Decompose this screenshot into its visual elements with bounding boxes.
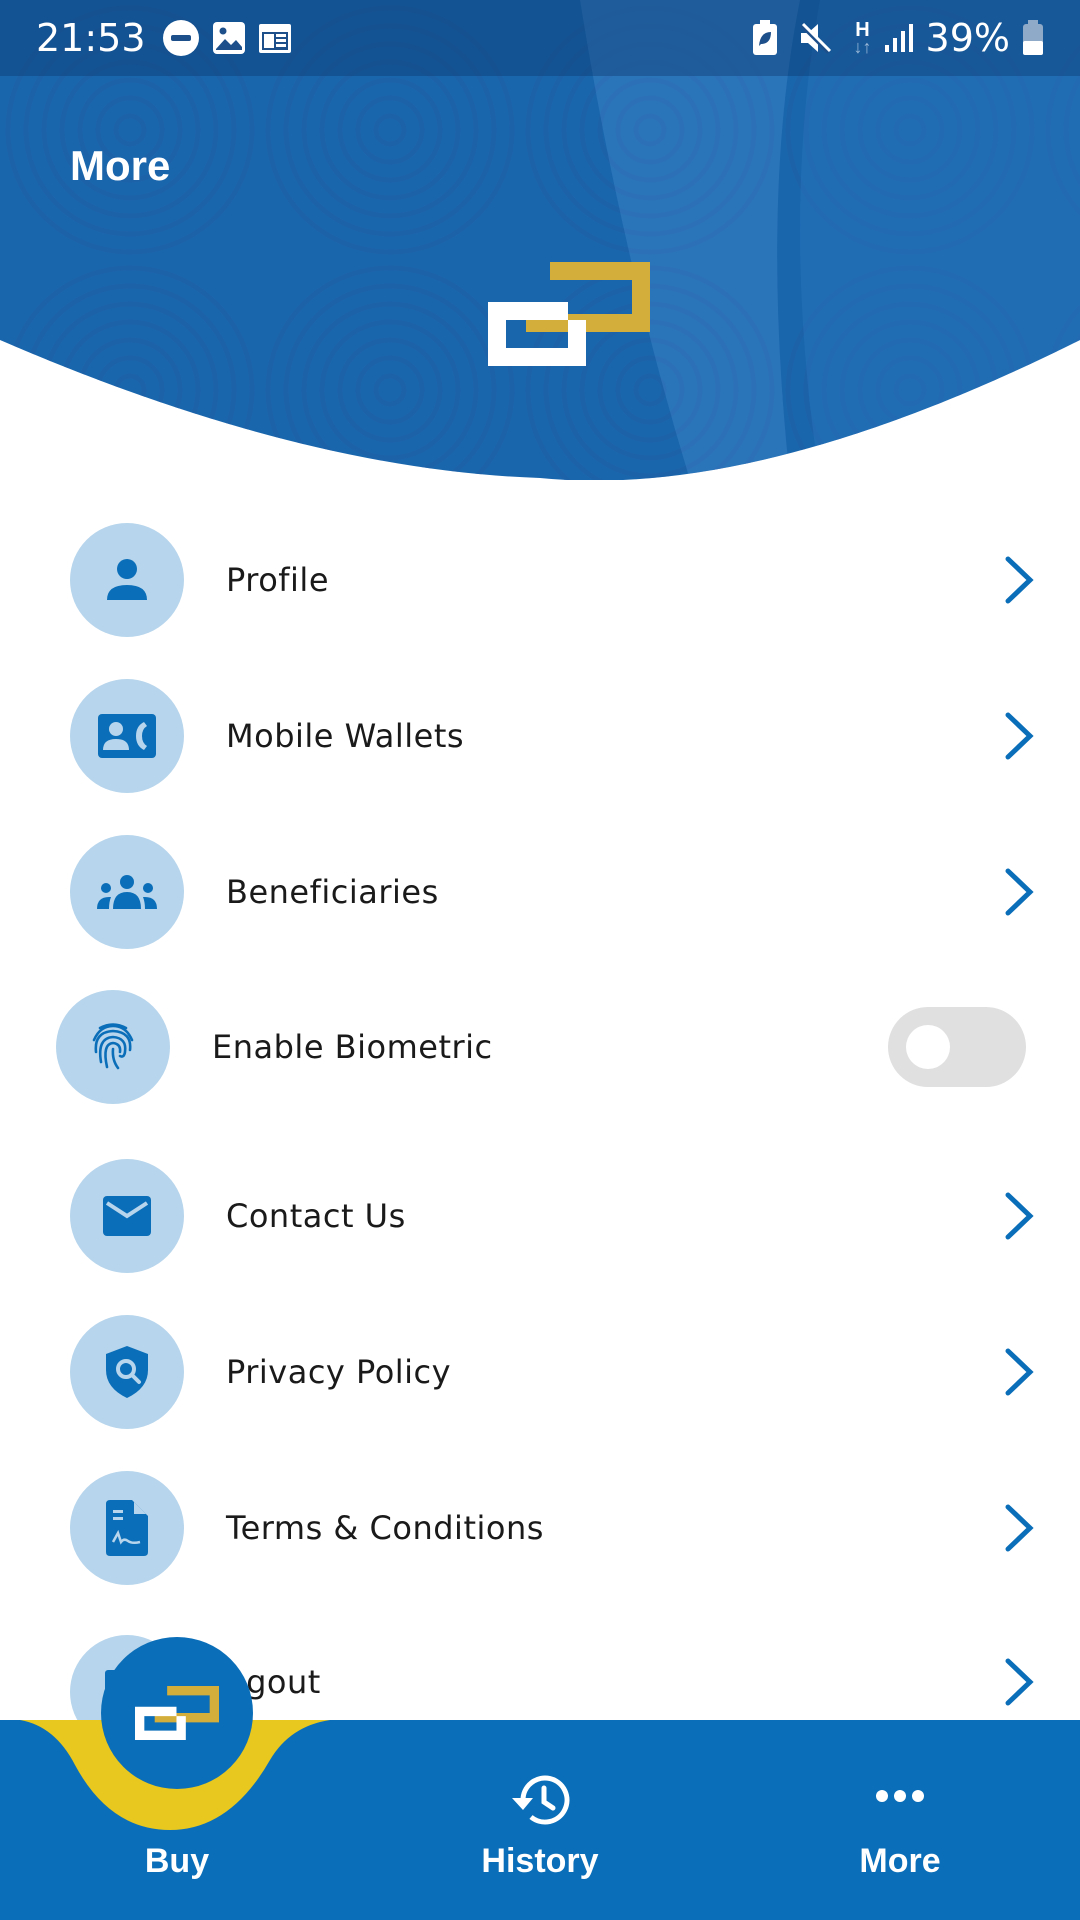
- battery-percent: 39%: [925, 16, 1010, 60]
- chevron-right-icon[interactable]: [1002, 867, 1038, 917]
- nav-label: More: [859, 1842, 941, 1880]
- icon-circle: [70, 1471, 184, 1585]
- battery-saver-icon: [752, 20, 778, 56]
- menu-item-privacy-policy[interactable]: Privacy Policy: [0, 1312, 1080, 1432]
- menu-item-label: Profile: [226, 561, 329, 599]
- app-logo: [135, 1686, 219, 1740]
- group-icon: [97, 875, 157, 909]
- header: 21:53 H ↓↑ 39% More: [0, 0, 1080, 480]
- shield-search-icon: [106, 1346, 148, 1398]
- icon-circle: [70, 679, 184, 793]
- icon-circle: [70, 523, 184, 637]
- fingerprint-icon: [92, 1023, 134, 1070]
- menu-item-label: Privacy Policy: [226, 1353, 452, 1391]
- chevron-right-icon[interactable]: [1002, 1347, 1038, 1397]
- gallery-icon: [212, 21, 246, 55]
- menu-item-label: Mobile Wallets: [226, 717, 465, 755]
- document-signature-icon: [106, 1500, 148, 1556]
- mail-icon: [103, 1196, 151, 1236]
- menu-item-mobile-wallets[interactable]: Mobile Wallets: [0, 676, 1080, 796]
- menu-item-profile[interactable]: Profile: [0, 520, 1080, 640]
- mute-icon: [798, 21, 832, 55]
- biometric-toggle[interactable]: [888, 1007, 1026, 1087]
- person-icon: [107, 559, 147, 600]
- data-arrows-icon: ↓↑: [853, 37, 872, 57]
- contact-phone-icon: [98, 714, 156, 758]
- menu-item-label: Beneficiaries: [226, 873, 439, 911]
- chevron-right-icon[interactable]: [1002, 555, 1038, 605]
- calendar-icon: [258, 21, 292, 55]
- icon-circle: [70, 835, 184, 949]
- menu-item-label: Enable Biometric: [212, 1028, 493, 1066]
- history-icon: [509, 1772, 571, 1833]
- nav-item-history[interactable]: History: [360, 1720, 720, 1920]
- chevron-right-icon[interactable]: [1002, 711, 1038, 761]
- menu-item-enable-biometric: Enable Biometric: [0, 987, 1080, 1107]
- menu-item-label: Terms & Conditions: [226, 1509, 544, 1547]
- do-not-disturb-icon: [162, 19, 200, 57]
- icon-circle: [70, 1315, 184, 1429]
- network-h-icon: H ↓↑: [853, 20, 872, 57]
- more-horizontal-icon: [876, 1788, 924, 1809]
- chevron-right-icon[interactable]: [1002, 1657, 1038, 1707]
- menu-item-contact-us[interactable]: Contact Us: [0, 1156, 1080, 1276]
- chevron-right-icon[interactable]: [1002, 1191, 1038, 1241]
- signal-icon: [884, 23, 914, 53]
- battery-icon: [1022, 20, 1044, 56]
- page-title: More: [70, 142, 171, 189]
- menu-item-beneficiaries[interactable]: Beneficiaries: [0, 832, 1080, 952]
- clock: 21:53: [36, 16, 146, 60]
- status-bar: 21:53 H ↓↑ 39%: [0, 0, 1080, 76]
- nav-item-more[interactable]: More: [720, 1720, 1080, 1920]
- menu-item-terms-conditions[interactable]: Terms & Conditions: [0, 1468, 1080, 1588]
- menu-item-label: Contact Us: [226, 1197, 406, 1235]
- toggle-knob: [906, 1025, 950, 1069]
- icon-circle: [56, 990, 170, 1104]
- nav-label: History: [481, 1842, 599, 1880]
- nav-label: Buy: [144, 1842, 210, 1880]
- icon-circle: [70, 1159, 184, 1273]
- chevron-right-icon[interactable]: [1002, 1503, 1038, 1553]
- buy-fab-button[interactable]: [101, 1637, 253, 1789]
- app-logo: [488, 262, 650, 371]
